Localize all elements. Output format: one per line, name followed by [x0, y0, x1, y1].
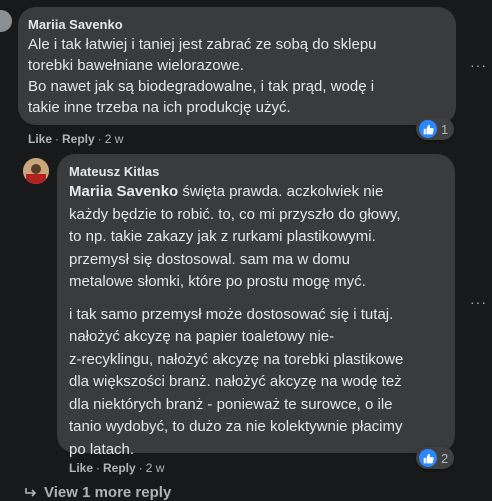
like-icon: [419, 120, 437, 138]
avatar-mateusz[interactable]: [23, 158, 49, 184]
comment-line: i tak samo przemysł może dostosować się …: [69, 305, 394, 323]
comment-line: dla większości branż. nałożyć akcyzę na …: [69, 373, 402, 390]
mention-link[interactable]: Mariia Savenko: [69, 183, 178, 200]
comment-bubble-1: Mariia Savenko Ale i tak łatwiej i tanie…: [18, 7, 456, 125]
comment-line: takie inne trzeba na ich produkcję użyć.: [28, 99, 291, 116]
reply-button[interactable]: Reply: [103, 461, 136, 475]
comment-timestamp[interactable]: 2 w: [146, 461, 165, 475]
view-more-replies-link[interactable]: View 1 more reply: [24, 484, 171, 501]
comment-text: Mariia Savenko święta prawda. aczkolwiek…: [69, 181, 443, 461]
comment-bubble-2: Mateusz Kitlas Mariia Savenko święta pra…: [57, 154, 455, 458]
comment-line: Mariia Savenko święta prawda. aczkolwiek…: [69, 183, 384, 200]
reply-button[interactable]: Reply: [62, 132, 95, 146]
like-icon: [419, 449, 437, 467]
reactions-summary[interactable]: 2: [416, 447, 455, 469]
like-button[interactable]: Like: [69, 461, 93, 475]
reply-arrow-icon: [25, 488, 37, 497]
comment-timestamp[interactable]: 2 w: [105, 132, 124, 146]
comment-line: Ale i tak łatwiej i taniej jest zabrać z…: [28, 36, 377, 53]
comment-line: to np. takie zakazy jak z rurkami plasti…: [69, 228, 376, 245]
like-button[interactable]: Like: [28, 132, 52, 146]
comment-line: po latach.: [69, 440, 135, 458]
comment-line: z-recyklingu, nałożyć akcyzę na torebki …: [69, 350, 404, 368]
reaction-count: 1: [441, 121, 449, 137]
comment-author[interactable]: Mateusz Kitlas: [69, 163, 443, 180]
avatar-mariia[interactable]: [0, 10, 12, 32]
avatar-image: [23, 158, 49, 184]
comment-line: tanio wydobyć, to dużo za nie kolektywni…: [69, 418, 403, 435]
comment-line: przemysł się dostosowal. sam ma w domu: [69, 250, 350, 268]
view-more-label: View 1 more reply: [44, 484, 172, 501]
comment-author[interactable]: Mariia Savenko: [28, 16, 444, 33]
comment-actions: Like · Reply · 2 w: [69, 461, 165, 475]
comment-line: każdy będzie to robić. to, co mi przyszł…: [69, 205, 401, 223]
more-options-icon[interactable]: ···: [470, 294, 487, 310]
comment-text: Ale i tak łatwiej i taniej jest zabrać z…: [28, 34, 444, 118]
more-options-icon[interactable]: ···: [470, 57, 487, 73]
comment-actions: Like · Reply · 2 w: [28, 132, 124, 146]
comment-line: metalowe słomki, które po prostu mogę my…: [69, 273, 366, 290]
comment-line: nałożyć akcyzę na papier toaletowy nie-: [69, 328, 335, 345]
comment-line: dla niektórych branż - ponieważ te surow…: [69, 395, 393, 413]
comment-line: Bo nawet jak są biodegradowalne, i tak p…: [28, 78, 375, 95]
reactions-summary[interactable]: 1: [416, 118, 455, 140]
comment-line: torebki bawełniane wielorazowe.: [28, 57, 244, 74]
reaction-count: 2: [441, 450, 449, 466]
